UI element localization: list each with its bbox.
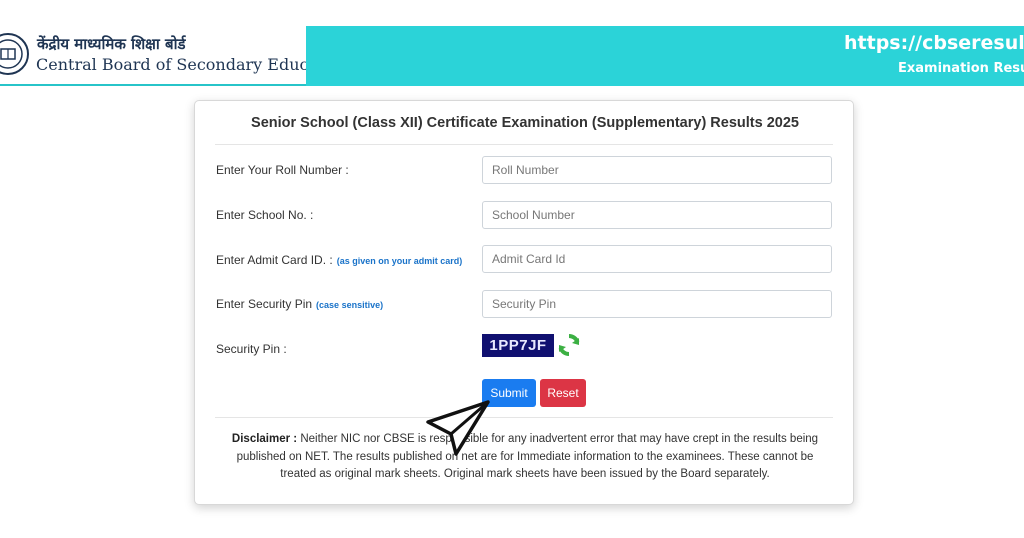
admit-card-label: Enter Admit Card ID. : (as given on your …: [216, 253, 462, 267]
refresh-icon[interactable]: [557, 333, 581, 357]
roll-number-label-text: Enter Your Roll Number :: [216, 163, 349, 177]
disclaimer-text: Neither NIC nor CBSE is responsible for …: [236, 433, 819, 480]
disclaimer-heading: Disclaimer :: [231, 433, 298, 445]
disclaimer-divider: [215, 417, 833, 418]
captcha-label: Security Pin :: [216, 342, 287, 356]
submit-button[interactable]: Submit: [482, 379, 536, 407]
cursor-arrow-icon: [426, 400, 490, 456]
roll-number-input[interactable]: [482, 156, 832, 184]
cbse-logo-icon: [0, 33, 29, 75]
header-brand: केंद्रीय माध्यमिक शिक्षा बोर्ड Central B…: [0, 26, 349, 86]
roll-number-label: Enter Your Roll Number :: [216, 163, 349, 177]
disclaimer: Disclaimer : Neither NIC nor CBSE is res…: [225, 431, 825, 484]
title-divider: [215, 144, 833, 145]
hindi-title: केंद्रीय माध्यमिक शिक्षा बोर्ड: [37, 35, 186, 53]
security-pin-label-text: Enter Security Pin: [216, 297, 313, 311]
form-title: Senior School (Class XII) Certificate Ex…: [251, 115, 799, 131]
site-url[interactable]: https://cbseresults.nic.in: [844, 32, 1024, 54]
admit-card-note: (as given on your admit card): [336, 256, 463, 266]
english-title: Central Board of Secondary Education: [36, 55, 350, 74]
security-pin-input[interactable]: [482, 290, 832, 318]
header-band: https://cbseresults.nic.in Examination R…: [306, 26, 1024, 86]
school-number-input[interactable]: [482, 201, 832, 229]
header-subtitle: Examination Results: [898, 61, 1024, 76]
admit-card-label-text: Enter Admit Card ID. :: [216, 253, 333, 267]
result-form-card: Senior School (Class XII) Certificate Ex…: [194, 100, 854, 505]
school-number-label: Enter School No. :: [216, 208, 313, 222]
security-pin-label: Enter Security Pin (case sensitive): [216, 297, 383, 311]
admit-card-input[interactable]: [482, 245, 832, 273]
reset-button[interactable]: Reset: [540, 379, 586, 407]
captcha-label-text: Security Pin :: [216, 342, 287, 356]
security-pin-note: (case sensitive): [316, 300, 384, 310]
school-number-label-text: Enter School No. :: [216, 208, 314, 222]
captcha-image: 1PP7JF: [482, 334, 554, 357]
